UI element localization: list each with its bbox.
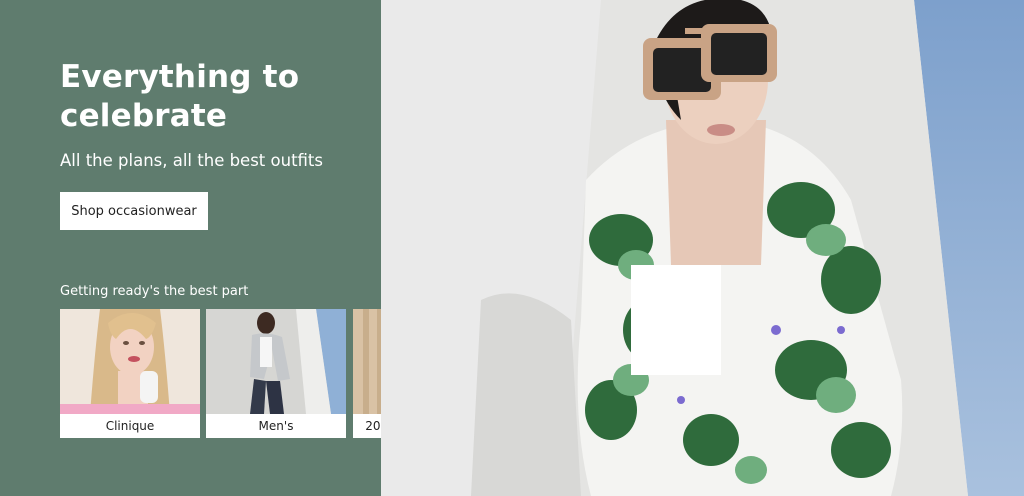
card-mens[interactable]: Men's [206, 309, 346, 438]
card-clinique[interactable]: Clinique [60, 309, 200, 438]
card-caption: Men's [258, 419, 294, 433]
hero-subtitle: All the plans, all the best outfits [60, 151, 324, 170]
promo-panel: Everything to celebrate All the plans, a… [0, 0, 493, 496]
mens-image [206, 309, 346, 414]
hero-title: Everything to celebrate [60, 59, 300, 134]
clinique-image [60, 309, 200, 414]
section-heading: Getting ready's the best part [60, 284, 249, 299]
shop-occasionwear-button[interactable]: Shop occasionwear [60, 192, 208, 230]
card-caption: Clinique [105, 419, 155, 433]
hero-image [381, 0, 1024, 496]
